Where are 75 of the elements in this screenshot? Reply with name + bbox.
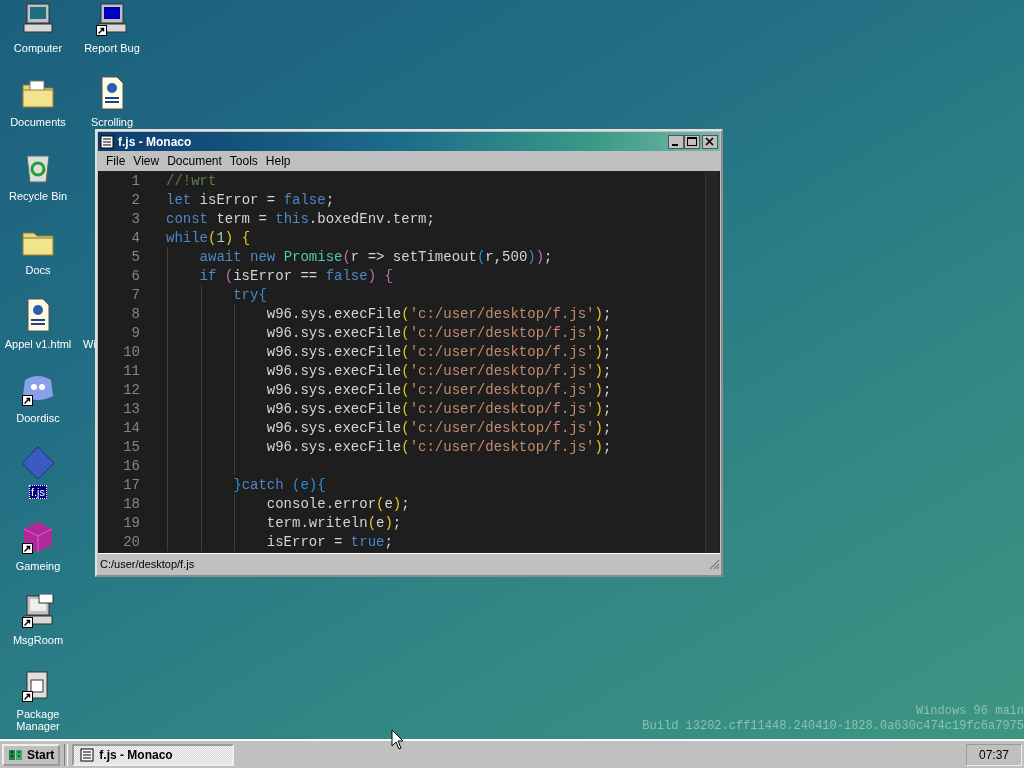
menu-item[interactable]: File — [102, 154, 130, 168]
code-line: term.writeln(e); — [265, 514, 402, 531]
code-line: w96.sys.execFile('c:/user/desktop/f.js'); — [265, 324, 612, 341]
icon-label[interactable]: Recycle Bin — [6, 189, 70, 203]
menu-item[interactable]: View — [129, 154, 164, 168]
code-line: if (isError == false) { — [198, 267, 393, 284]
line-number: 13 — [122, 400, 140, 417]
line-number: 9 — [130, 324, 140, 341]
icon-label[interactable]: Documents — [8, 115, 68, 129]
code-line: while(1) { — [166, 229, 251, 246]
icon-label[interactable]: Wi — [81, 337, 98, 351]
code-line: console.error(e); — [265, 495, 410, 512]
icon-label[interactable]: Gameing — [13, 559, 63, 573]
line-number: 4 — [130, 229, 140, 246]
icon-label[interactable]: Report Bug — [82, 41, 142, 55]
maximize-icon[interactable] — [684, 134, 700, 149]
line-number: 20 — [122, 533, 140, 550]
icon-label[interactable]: Docs — [23, 263, 53, 277]
line-number: 11 — [122, 362, 140, 379]
code-line: isError = true; — [265, 533, 393, 550]
icon-label[interactable]: Doordisc — [14, 411, 62, 425]
notepad-icon — [100, 134, 114, 149]
icon-label[interactable]: f.js — [28, 485, 48, 499]
build-info-text: Windows 96 main — [915, 704, 1024, 719]
menu-item[interactable]: Document — [163, 154, 226, 168]
icon-label[interactable]: Package Manager — [6, 707, 70, 733]
computer-icon[interactable] — [21, 594, 55, 628]
line-number: 19 — [122, 514, 140, 531]
line-number: 17 — [122, 476, 140, 493]
code-line: try{ — [232, 286, 267, 303]
icon-label[interactable]: Scrolling — [88, 115, 136, 129]
line-number: 1 — [130, 172, 140, 189]
line-number: 12 — [122, 381, 140, 398]
clock: 07:37 — [965, 743, 1022, 766]
computer-icon[interactable] — [21, 2, 55, 36]
notepad-icon — [80, 747, 95, 762]
icon-label[interactable]: MsgRoom — [10, 633, 66, 647]
line-number: 3 — [130, 210, 140, 227]
status-bar-text: C:/user/desktop/f.js — [100, 558, 195, 570]
line-number: 8 — [130, 305, 140, 322]
start-logo-icon — [8, 747, 24, 762]
code-line: w96.sys.execFile('c:/user/desktop/f.js'); — [265, 305, 612, 322]
code-line: await new Promise(r => setTimeout(r,500)); — [198, 248, 553, 265]
close-icon[interactable] — [702, 134, 718, 149]
code-line: w96.sys.execFile('c:/user/desktop/f.js'); — [265, 362, 612, 379]
minimize-icon[interactable] — [668, 134, 684, 149]
line-number: 5 — [130, 248, 140, 265]
line-number: 10 — [122, 343, 140, 360]
computer-icon[interactable] — [95, 2, 129, 36]
code-line: w96.sys.execFile('c:/user/desktop/f.js'); — [265, 400, 612, 417]
code-line: w96.sys.execFile('c:/user/desktop/f.js'); — [265, 343, 612, 360]
code-line: w96.sys.execFile('c:/user/desktop/f.js'); — [265, 438, 612, 455]
code-line: //!wrt — [166, 172, 217, 189]
icon-label[interactable]: Computer — [11, 41, 65, 55]
code-line: }catch (e){ — [232, 476, 326, 493]
line-number: 14 — [122, 419, 140, 436]
code-line: w96.sys.execFile('c:/user/desktop/f.js'); — [265, 419, 612, 436]
code-line: let isError = false; — [166, 191, 335, 208]
line-number: 7 — [130, 286, 140, 303]
line-number: 18 — [122, 495, 140, 512]
line-number: 6 — [130, 267, 140, 284]
start-button[interactable]: Start — [2, 743, 61, 766]
line-number: 16 — [122, 457, 140, 474]
resize-grip-icon[interactable] — [708, 558, 720, 570]
code-line: w96.sys.execFile('c:/user/desktop/f.js'); — [265, 381, 612, 398]
taskbar-button[interactable]: f.js - Monaco — [72, 743, 235, 766]
build-info-text: Build i3202.cff11448.240410-1828.0a630c474c19fc6a7975 — [642, 719, 1024, 734]
code-line: const term = this.boxedEnv.term; — [166, 210, 435, 227]
menu-item[interactable]: Tools — [225, 154, 262, 168]
menu-item[interactable]: Help — [261, 154, 295, 168]
icon-label[interactable]: Appel v1.html — [2, 337, 74, 351]
window-title: f.js - Monaco — [118, 134, 192, 149]
line-number: 2 — [130, 191, 140, 208]
line-number: 15 — [122, 438, 140, 455]
scrollbar-track[interactable] — [705, 171, 718, 553]
